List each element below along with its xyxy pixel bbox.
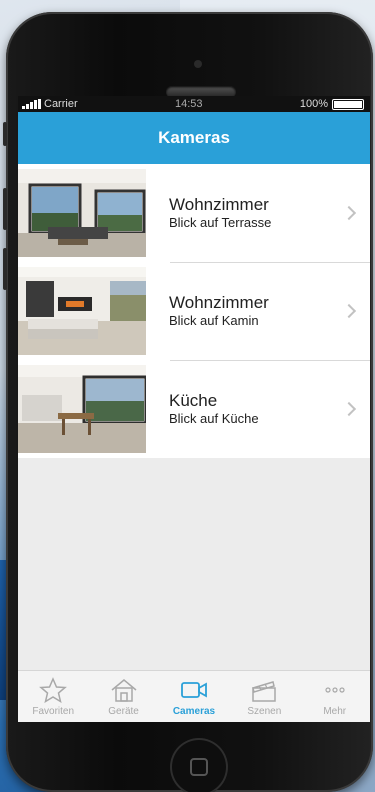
more-dots-icon [325, 686, 345, 693]
front-camera [194, 60, 202, 68]
chevron-right-icon [341, 303, 357, 319]
video-camera-icon [181, 681, 207, 698]
tab-label: Mehr [323, 705, 347, 717]
nav-bar: Kameras [18, 112, 370, 164]
page-title: Kameras [158, 128, 230, 147]
tab-label: Favoriten [32, 705, 75, 717]
tab-label: Szenen [247, 705, 282, 717]
mute-switch [3, 122, 7, 146]
carrier-label: Carrier [44, 98, 78, 110]
app-screen: Carrier 14:53 100% Kameras Wohnzimmer Bl… [18, 96, 370, 722]
signal-icon [22, 99, 41, 109]
clapperboard-icon [252, 680, 277, 702]
chevron-right-icon [341, 205, 357, 221]
camera-thumbnail [18, 169, 146, 257]
camera-title: Küche [169, 391, 218, 410]
volume-up-button [3, 188, 7, 230]
camera-thumbnail [18, 267, 146, 355]
tab-bar: Favoriten Geräte Cameras Szenen Mehr [18, 670, 370, 722]
camera-subtitle: Blick auf Küche [169, 411, 259, 426]
camera-row-kamin[interactable]: Wohnzimmer Blick auf Kamin [18, 262, 370, 360]
tab-label: Geräte [108, 705, 139, 717]
tab-favoriten[interactable]: Favoriten [18, 676, 88, 717]
camera-subtitle: Blick auf Terrasse [169, 215, 272, 230]
camera-list: Wohnzimmer Blick auf Terrasse Wohnzimmer… [18, 164, 370, 458]
tab-geraete[interactable]: Geräte [89, 677, 159, 717]
tab-cameras[interactable]: Cameras [159, 677, 229, 717]
clock: 14:53 [174, 98, 203, 110]
house-icon [111, 678, 137, 702]
battery-percent: 100% [299, 98, 328, 110]
camera-title: Wohnzimmer [169, 293, 269, 312]
battery-icon [331, 98, 364, 110]
tab-label: Cameras [172, 705, 216, 717]
camera-row-terrasse[interactable]: Wohnzimmer Blick auf Terrasse [18, 164, 370, 262]
tab-mehr[interactable]: Mehr [300, 677, 370, 717]
camera-subtitle: Blick auf Kamin [169, 313, 259, 328]
home-button[interactable] [170, 738, 228, 792]
camera-title: Wohnzimmer [169, 195, 269, 214]
status-bar: Carrier 14:53 100% [18, 96, 370, 112]
volume-down-button [3, 248, 7, 290]
star-icon [39, 676, 68, 703]
chevron-right-icon [341, 401, 357, 417]
camera-thumbnail [18, 365, 146, 453]
camera-row-kueche[interactable]: Küche Blick auf Küche [18, 360, 370, 458]
tab-szenen[interactable]: Szenen [229, 677, 299, 717]
